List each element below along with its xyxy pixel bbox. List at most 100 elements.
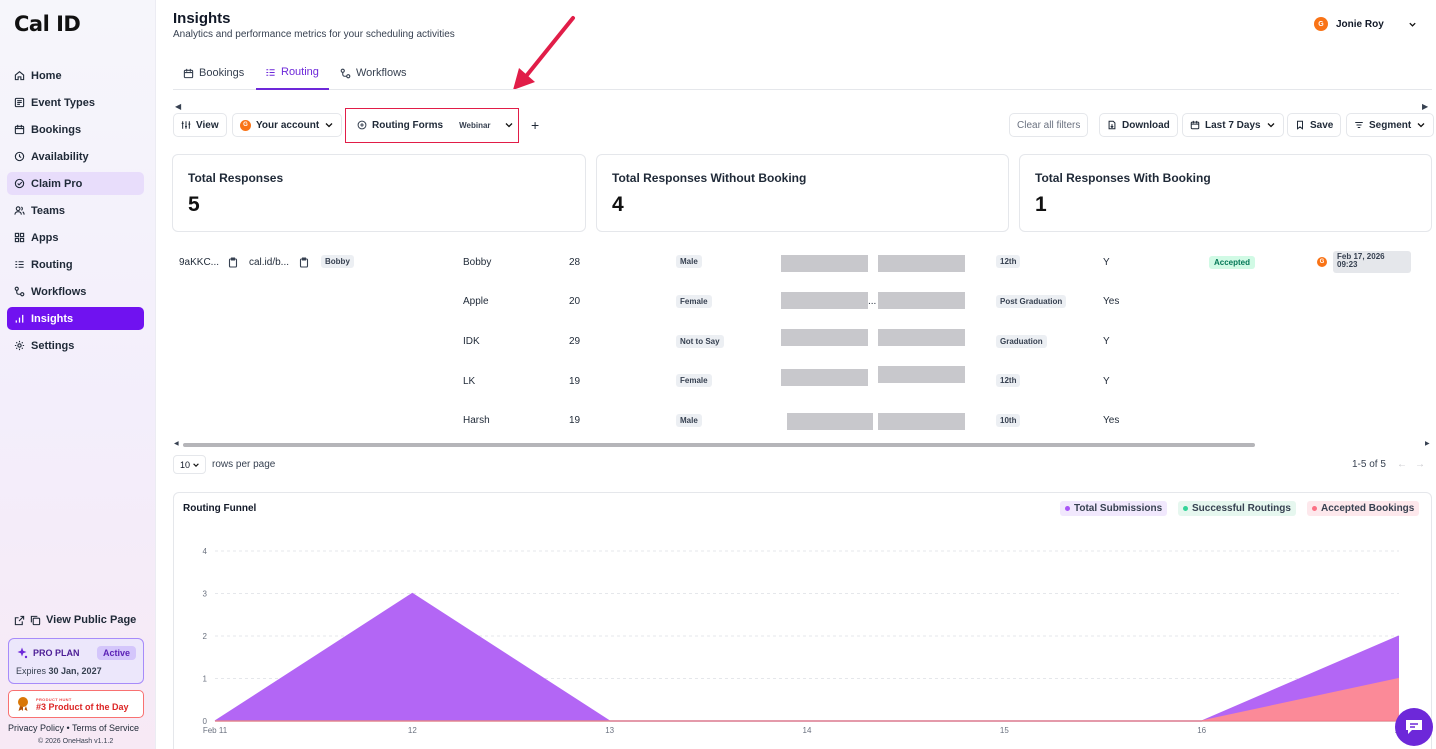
chevron-down-icon [1409,22,1416,27]
sidebar-item-label: Insights [31,312,74,325]
chat-support-button[interactable] [1395,708,1433,746]
x-tick-label: 14 [803,726,812,735]
stat-label: Total Responses Without Booking [612,171,807,185]
account-filter[interactable]: G Your account [232,113,343,137]
tab-label: Routing [281,66,319,78]
chart-icon [15,314,24,323]
pro-plan-card[interactable]: PRO PLAN Active Expires 30 Jan, 2027 [8,638,144,684]
booking-date: Feb 17, 2026 09:23 [1333,251,1411,273]
name-cell: Bobby [463,257,492,268]
prev-page-icon[interactable]: ← [1397,459,1415,470]
next-page-icon[interactable]: → [1415,459,1433,470]
workflow-icon [340,68,351,78]
sidebar-item-label: Settings [31,339,75,352]
sidebar-item-label: Home [31,69,62,82]
table-horizontal-scrollbar[interactable]: ◀ ▶ [173,441,1431,449]
age-cell: 28 [569,257,581,268]
booking-link[interactable]: cal.id/b... [249,257,289,268]
sidebar-item-settings[interactable]: Settings [7,334,144,357]
stat-card-total-responses: Total Responses 5 [172,154,586,232]
gender-tag: Female [676,295,712,308]
tab-label: Workflows [356,67,407,79]
tab-routing[interactable]: Routing [256,56,329,90]
tab-bookings[interactable]: Bookings [183,56,244,90]
chat-icon [1406,720,1422,734]
chevron-down-icon [1267,123,1275,128]
name-cell: IDK [463,336,480,347]
scroll-left-icon[interactable]: ◀ [174,440,179,447]
sidebar-item-workflows[interactable]: Workflows [7,280,144,303]
pagination-range: 1-5 of 5 [1352,459,1386,470]
gear-icon [14,340,25,351]
response-id[interactable]: 9aKKC... [179,257,219,268]
sidebar-item-routing[interactable]: Routing [7,253,144,276]
segment-select[interactable]: Segment [1346,113,1435,137]
add-filter-button[interactable]: + [524,113,547,137]
view-button[interactable]: View [173,113,227,137]
sidebar-item-insights[interactable]: Insights [7,307,144,330]
scroll-left-icon[interactable]: ◀ [175,102,181,111]
sidebar-item-label: Teams [31,204,66,217]
chevron-down-icon [193,462,199,467]
download-icon [1108,120,1116,130]
terms-of-service-link[interactable]: Terms of Service [72,723,139,733]
copy-icon[interactable] [30,615,41,626]
y-tick-label: 3 [203,590,208,599]
page-subtitle: Analytics and performance metrics for yo… [173,29,455,40]
answer-cell: Yes [1103,415,1120,426]
sidebar-item-claim-pro[interactable]: Claim Pro [7,172,144,195]
sidebar-item-label: Claim Pro [31,177,83,190]
view-public-page-link[interactable]: View Public Page [14,614,136,626]
sidebar-item-event-types[interactable]: Event Types [7,91,144,114]
redacted-email [781,369,868,386]
stat-value: 1 [1035,193,1047,216]
rows-per-page-select[interactable]: 10 [173,455,206,474]
sidebar-nav: Home Event Types Bookings Availability C… [7,64,144,361]
legal-links: Privacy Policy • Terms of Service [8,723,140,733]
stat-card-responses-without-booking: Total Responses Without Booking 4 [596,154,1009,232]
pro-plan-name: PRO PLAN [33,648,80,658]
redacted-email [781,292,868,309]
avatar: G [240,119,251,131]
external-link-icon [14,615,25,625]
answer-cell: Yes [1103,296,1120,307]
copy-icon[interactable] [299,257,309,268]
download-button[interactable]: Download [1099,113,1178,137]
clear-filters-button[interactable]: Clear all filters [1009,113,1089,137]
sidebar-item-availability[interactable]: Availability [7,145,144,168]
sidebar-item-bookings[interactable]: Bookings [7,118,144,141]
sidebar-item-label: Bookings [31,123,82,136]
save-button[interactable]: Save [1287,113,1342,137]
answer-cell: Y [1103,376,1110,387]
target-icon [14,178,25,189]
sidebar-item-home[interactable]: Home [7,64,144,87]
calendar-icon [183,68,194,78]
x-tick-label: 13 [605,726,614,735]
user-menu[interactable]: G Jonie Roy [1314,17,1417,31]
scroll-right-icon[interactable]: ▶ [1425,440,1430,447]
x-tick-label: 12 [408,726,417,735]
redacted-phone [878,413,965,430]
privacy-policy-link[interactable]: Privacy Policy [8,723,64,733]
age-cell: 29 [569,336,581,347]
copy-icon[interactable] [228,257,238,268]
sidebar-item-label: Apps [31,231,59,244]
area-total-submissions[interactable] [215,593,1399,722]
stat-value: 5 [188,193,200,216]
workflow-icon [14,286,25,297]
app-logo[interactable]: Cal ID [14,12,81,36]
sidebar-item-apps[interactable]: Apps [7,226,144,249]
date-range-select[interactable]: Last 7 Days [1182,113,1284,137]
product-hunt-badge[interactable]: PRODUCT HUNT #3 Product of the Day [8,690,144,718]
answer-cell: Y [1103,257,1110,268]
clock-icon [14,151,25,162]
scroll-right-icon[interactable]: ▶ [1422,102,1428,111]
sidebar-item-label: Event Types [31,96,95,109]
page-title: Insights [173,10,231,27]
rows-per-page-value: 10 [180,459,191,470]
gender-tag: Male [676,414,702,427]
tab-workflows[interactable]: Workflows [340,56,407,90]
name-cell: LK [463,376,476,387]
scrollbar-thumb[interactable] [183,443,1255,447]
sidebar-item-teams[interactable]: Teams [7,199,144,222]
